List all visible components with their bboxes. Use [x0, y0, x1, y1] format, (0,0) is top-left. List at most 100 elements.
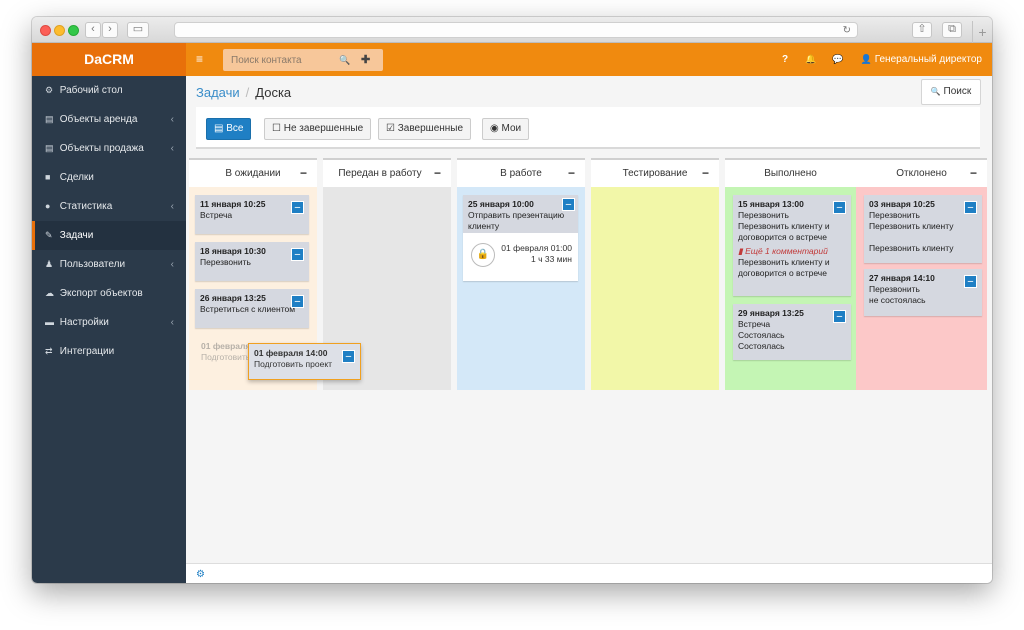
- chevron-left-icon: ‹: [170, 143, 174, 154]
- dragging-task-card[interactable]: 01 февраля 14:00 Подготовить проект −: [248, 343, 361, 380]
- timer-date: 01 февраля 01:00: [501, 243, 572, 253]
- task-text: Встреча: [738, 319, 771, 329]
- column-title: Тестирование: [622, 168, 688, 179]
- collapse-column-button[interactable]: −: [300, 160, 307, 187]
- collapse-card-button[interactable]: −: [291, 201, 304, 214]
- bell-icon[interactable]: 🔔: [805, 43, 816, 76]
- column-header-assigned: Передан в работу −: [323, 158, 451, 187]
- address-bar[interactable]: ↻: [174, 22, 858, 38]
- task-card[interactable]: 27 января 14:10 Перезвонить не состоялас…: [864, 269, 982, 316]
- breadcrumb-current: Доска: [255, 85, 292, 100]
- task-text: [869, 232, 977, 243]
- collapse-card-button[interactable]: −: [291, 248, 304, 261]
- checkbox-checked-icon: ☑: [386, 123, 395, 134]
- filter-complete-label: Завершенные: [397, 123, 464, 134]
- exchange-icon: ⇄: [45, 346, 53, 356]
- task-text: Состоялась: [738, 341, 785, 351]
- chevron-left-icon: ‹: [170, 259, 174, 270]
- minimize-window-button[interactable]: [54, 25, 65, 36]
- comment-link[interactable]: ▮ Ещё 1 комментарий: [738, 246, 846, 257]
- menu-toggle-icon[interactable]: ≡: [196, 43, 203, 76]
- task-card[interactable]: 25 января 10:00 Отправить презентацию кл…: [463, 195, 578, 233]
- sidebar-item[interactable]: ⇄ Интеграции: [32, 337, 186, 366]
- task-text: договорится о встрече: [738, 232, 827, 242]
- breadcrumb-separator: /: [245, 85, 250, 100]
- task-text: Перезвонить: [869, 210, 920, 220]
- user-icon: 👤: [860, 54, 872, 64]
- title-bar: ‹ › ▭ ↻ ⇧ ⧉ +: [32, 17, 992, 43]
- task-card[interactable]: 26 января 13:25 Встретиться с клиентом −: [195, 289, 309, 328]
- gear-icon[interactable]: ⚙: [196, 569, 205, 580]
- sidebar-item[interactable]: ▤ Объекты аренда ‹: [32, 105, 186, 134]
- task-card[interactable]: 11 января 10:25 Встреча −: [195, 195, 309, 234]
- collapse-card-button[interactable]: −: [833, 201, 846, 214]
- sidebar-item[interactable]: ✎ Задачи: [32, 221, 186, 250]
- new-tab-icon[interactable]: +: [972, 21, 992, 43]
- sidebar-toggle-icon[interactable]: ▭: [127, 22, 149, 38]
- tabs-icon[interactable]: ⧉: [942, 22, 962, 38]
- sidebar-item[interactable]: ● Статистика ‹: [32, 192, 186, 221]
- filter-incomplete-label: Не завершенные: [283, 123, 364, 134]
- search-icon[interactable]: 🔍: [339, 49, 350, 71]
- collapse-card-button[interactable]: −: [562, 198, 575, 211]
- task-card[interactable]: 18 января 10:30 Перезвонить −: [195, 242, 309, 281]
- share-icon[interactable]: ⇧: [912, 22, 932, 38]
- collapse-card-button[interactable]: −: [964, 201, 977, 214]
- user-circle-icon: ◉: [490, 123, 499, 134]
- collapse-card-button[interactable]: −: [833, 310, 846, 323]
- collapse-column-button[interactable]: −: [434, 160, 441, 187]
- sidebar-item[interactable]: ▬ Настройки ‹: [32, 308, 186, 337]
- filter-incomplete-button[interactable]: ☐ Не завершенные: [264, 118, 372, 140]
- sidebar-item[interactable]: ♟ Пользователи ‹: [32, 250, 186, 279]
- sidebar-item[interactable]: ■ Сделки: [32, 163, 186, 192]
- filter-mine-button[interactable]: ◉ Мои: [482, 118, 530, 140]
- sidebar-item[interactable]: ▤ Объекты продажа ‹: [32, 134, 186, 163]
- dashboard-icon: ⚙: [45, 85, 54, 95]
- collapse-card-button[interactable]: −: [291, 295, 304, 308]
- breadcrumb: Задачи / Доска: [196, 85, 291, 101]
- filter-all-button[interactable]: ▤ Все: [206, 118, 252, 140]
- task-date: 01 февраля 14:00: [254, 348, 328, 358]
- brand-logo[interactable]: DaCRM: [32, 43, 186, 76]
- building-icon: ▤: [45, 114, 54, 124]
- chevron-left-icon: ‹: [170, 201, 174, 212]
- zoom-window-button[interactable]: [68, 25, 79, 36]
- user-menu[interactable]: 👤 Генеральный директор: [861, 43, 982, 76]
- browser-window: ‹ › ▭ ↻ ⇧ ⧉ + DaCRM ⚙ Рабочий стол ▤ Объе…: [32, 17, 992, 583]
- sidebar-item[interactable]: ⚙ Рабочий стол: [32, 76, 186, 105]
- collapse-card-button[interactable]: −: [342, 350, 355, 363]
- task-text: Перезвонить клиенту: [869, 243, 954, 253]
- sidebar-item-label: Рабочий стол: [59, 85, 123, 96]
- task-date: 18 января 10:30: [200, 246, 266, 256]
- contact-search-input[interactable]: [223, 49, 343, 71]
- close-window-button[interactable]: [40, 25, 51, 36]
- filter-panel: ▤ Все ☐ Не завершенные ☑ Завершенные ◉ М…: [196, 107, 980, 149]
- comment-link-label: Ещё 1 комментарий: [745, 246, 828, 256]
- sidebar-item-label: Объекты продажа: [59, 143, 144, 154]
- task-text: Перезвонить: [200, 257, 251, 267]
- timer-info: 01 февраля 01:00 1 ч 33 мин: [501, 243, 572, 265]
- collapse-card-button[interactable]: −: [964, 275, 977, 288]
- task-card[interactable]: 15 января 13:00 Перезвонить Перезвонить …: [733, 195, 851, 296]
- list-icon: ▬: [45, 317, 54, 327]
- collapse-column-button[interactable]: −: [568, 160, 575, 187]
- add-contact-icon[interactable]: ✚: [361, 49, 370, 71]
- forward-icon[interactable]: ›: [102, 22, 118, 38]
- task-card[interactable]: 29 января 13:25 Встреча Состоялась Состо…: [733, 304, 851, 360]
- task-date: 11 января 10:25: [200, 199, 266, 209]
- collapse-column-button[interactable]: −: [970, 160, 977, 187]
- breadcrumb-tasks-link[interactable]: Задачи: [196, 85, 240, 100]
- back-icon[interactable]: ‹: [85, 22, 101, 38]
- reload-icon[interactable]: ↻: [843, 23, 851, 38]
- collapse-column-button[interactable]: −: [702, 160, 709, 187]
- sidebar-item[interactable]: ☁ Экспорт объектов: [32, 279, 186, 308]
- help-icon[interactable]: ?: [782, 43, 788, 76]
- lock-icon[interactable]: 🔒: [471, 243, 495, 267]
- chat-icon[interactable]: 💬: [832, 43, 843, 76]
- task-text: договорится о встрече: [738, 268, 827, 278]
- filter-all-label: Все: [226, 123, 244, 134]
- comment-icon: ▮: [738, 246, 743, 256]
- search-button[interactable]: 🔍 Поиск: [921, 79, 981, 105]
- task-card[interactable]: 03 января 10:25 Перезвонить Перезвонить …: [864, 195, 982, 263]
- filter-complete-button[interactable]: ☑ Завершенные: [378, 118, 472, 140]
